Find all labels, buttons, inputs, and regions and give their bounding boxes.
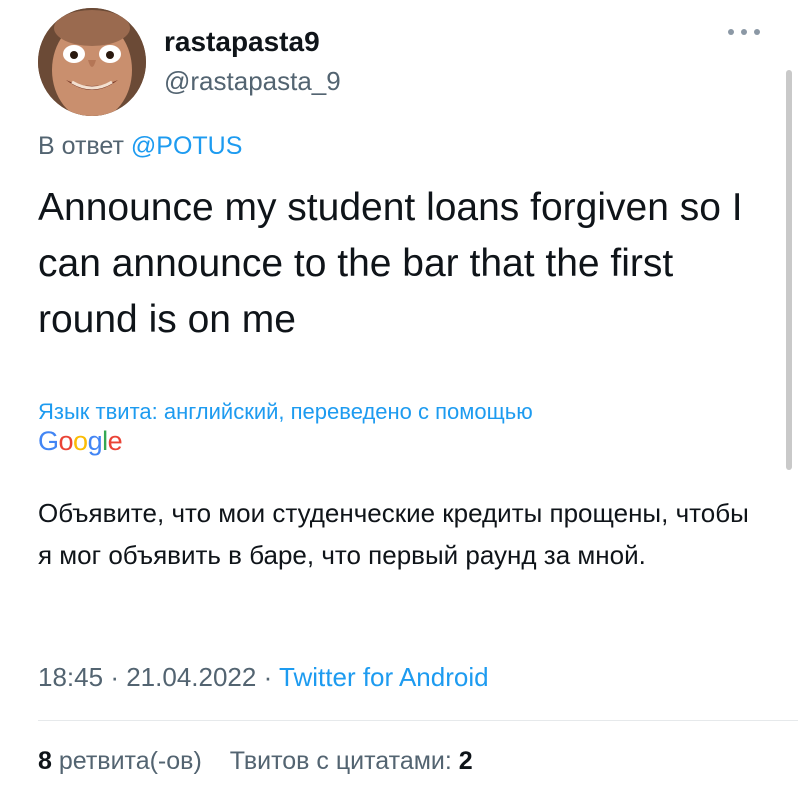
more-horizontal-icon [741,29,747,35]
avatar-face-image [38,8,146,116]
google-letter: g [87,426,103,456]
retweets-count: 8 [38,747,52,775]
author-display-name[interactable]: rastapasta9 [164,24,320,60]
google-letter: e [107,426,123,456]
reply-context: В ответ @POTUS [38,130,242,162]
divider [38,720,798,721]
quote-tweets-count: 2 [458,747,473,775]
reply-prefix: В ответ [38,132,124,160]
tweet-meta: 18:45 · 21.04.2022 · Twitter for Android [38,660,489,694]
quote-tweets-label: Твитов с цитатами: [229,747,452,775]
translated-text: Объявите, что мои студенческие кредиты п… [38,498,749,570]
more-horizontal-icon [728,29,734,35]
retweets-label: ретвита(-ов) [58,747,202,775]
tweet-stats: 8 ретвита(-ов) Твитов с цитатами: 2 [38,745,473,777]
tweet-text: Announce my student loans forgiven so I … [38,186,743,341]
tweet-date[interactable]: 21.04.2022 [126,662,256,692]
meta-separator: · [110,662,119,692]
retweets-stat[interactable]: 8 ретвита(-ов) [38,747,209,775]
tweet-source-link[interactable]: Twitter for Android [279,662,489,692]
more-horizontal-icon [754,29,760,35]
google-letter: o [58,426,74,456]
quote-tweets-stat[interactable]: Твитов с цитатами: 2 [230,747,473,775]
google-logo[interactable]: Google [38,424,123,458]
author-handle[interactable]: @rastapasta_9 [164,64,341,98]
avatar[interactable] [38,8,146,116]
scrollbar[interactable] [786,70,792,470]
reply-mention-link[interactable]: @POTUS [131,132,243,160]
google-letter: o [73,426,88,456]
translation-note-link[interactable]: Язык твита: английский, переведено с пом… [38,398,533,426]
more-options-button[interactable] [724,22,764,42]
tweet-time[interactable]: 18:45 [38,662,103,692]
google-letter: G [38,426,59,456]
google-wordmark: Google [38,426,123,456]
meta-separator: · [263,662,273,692]
